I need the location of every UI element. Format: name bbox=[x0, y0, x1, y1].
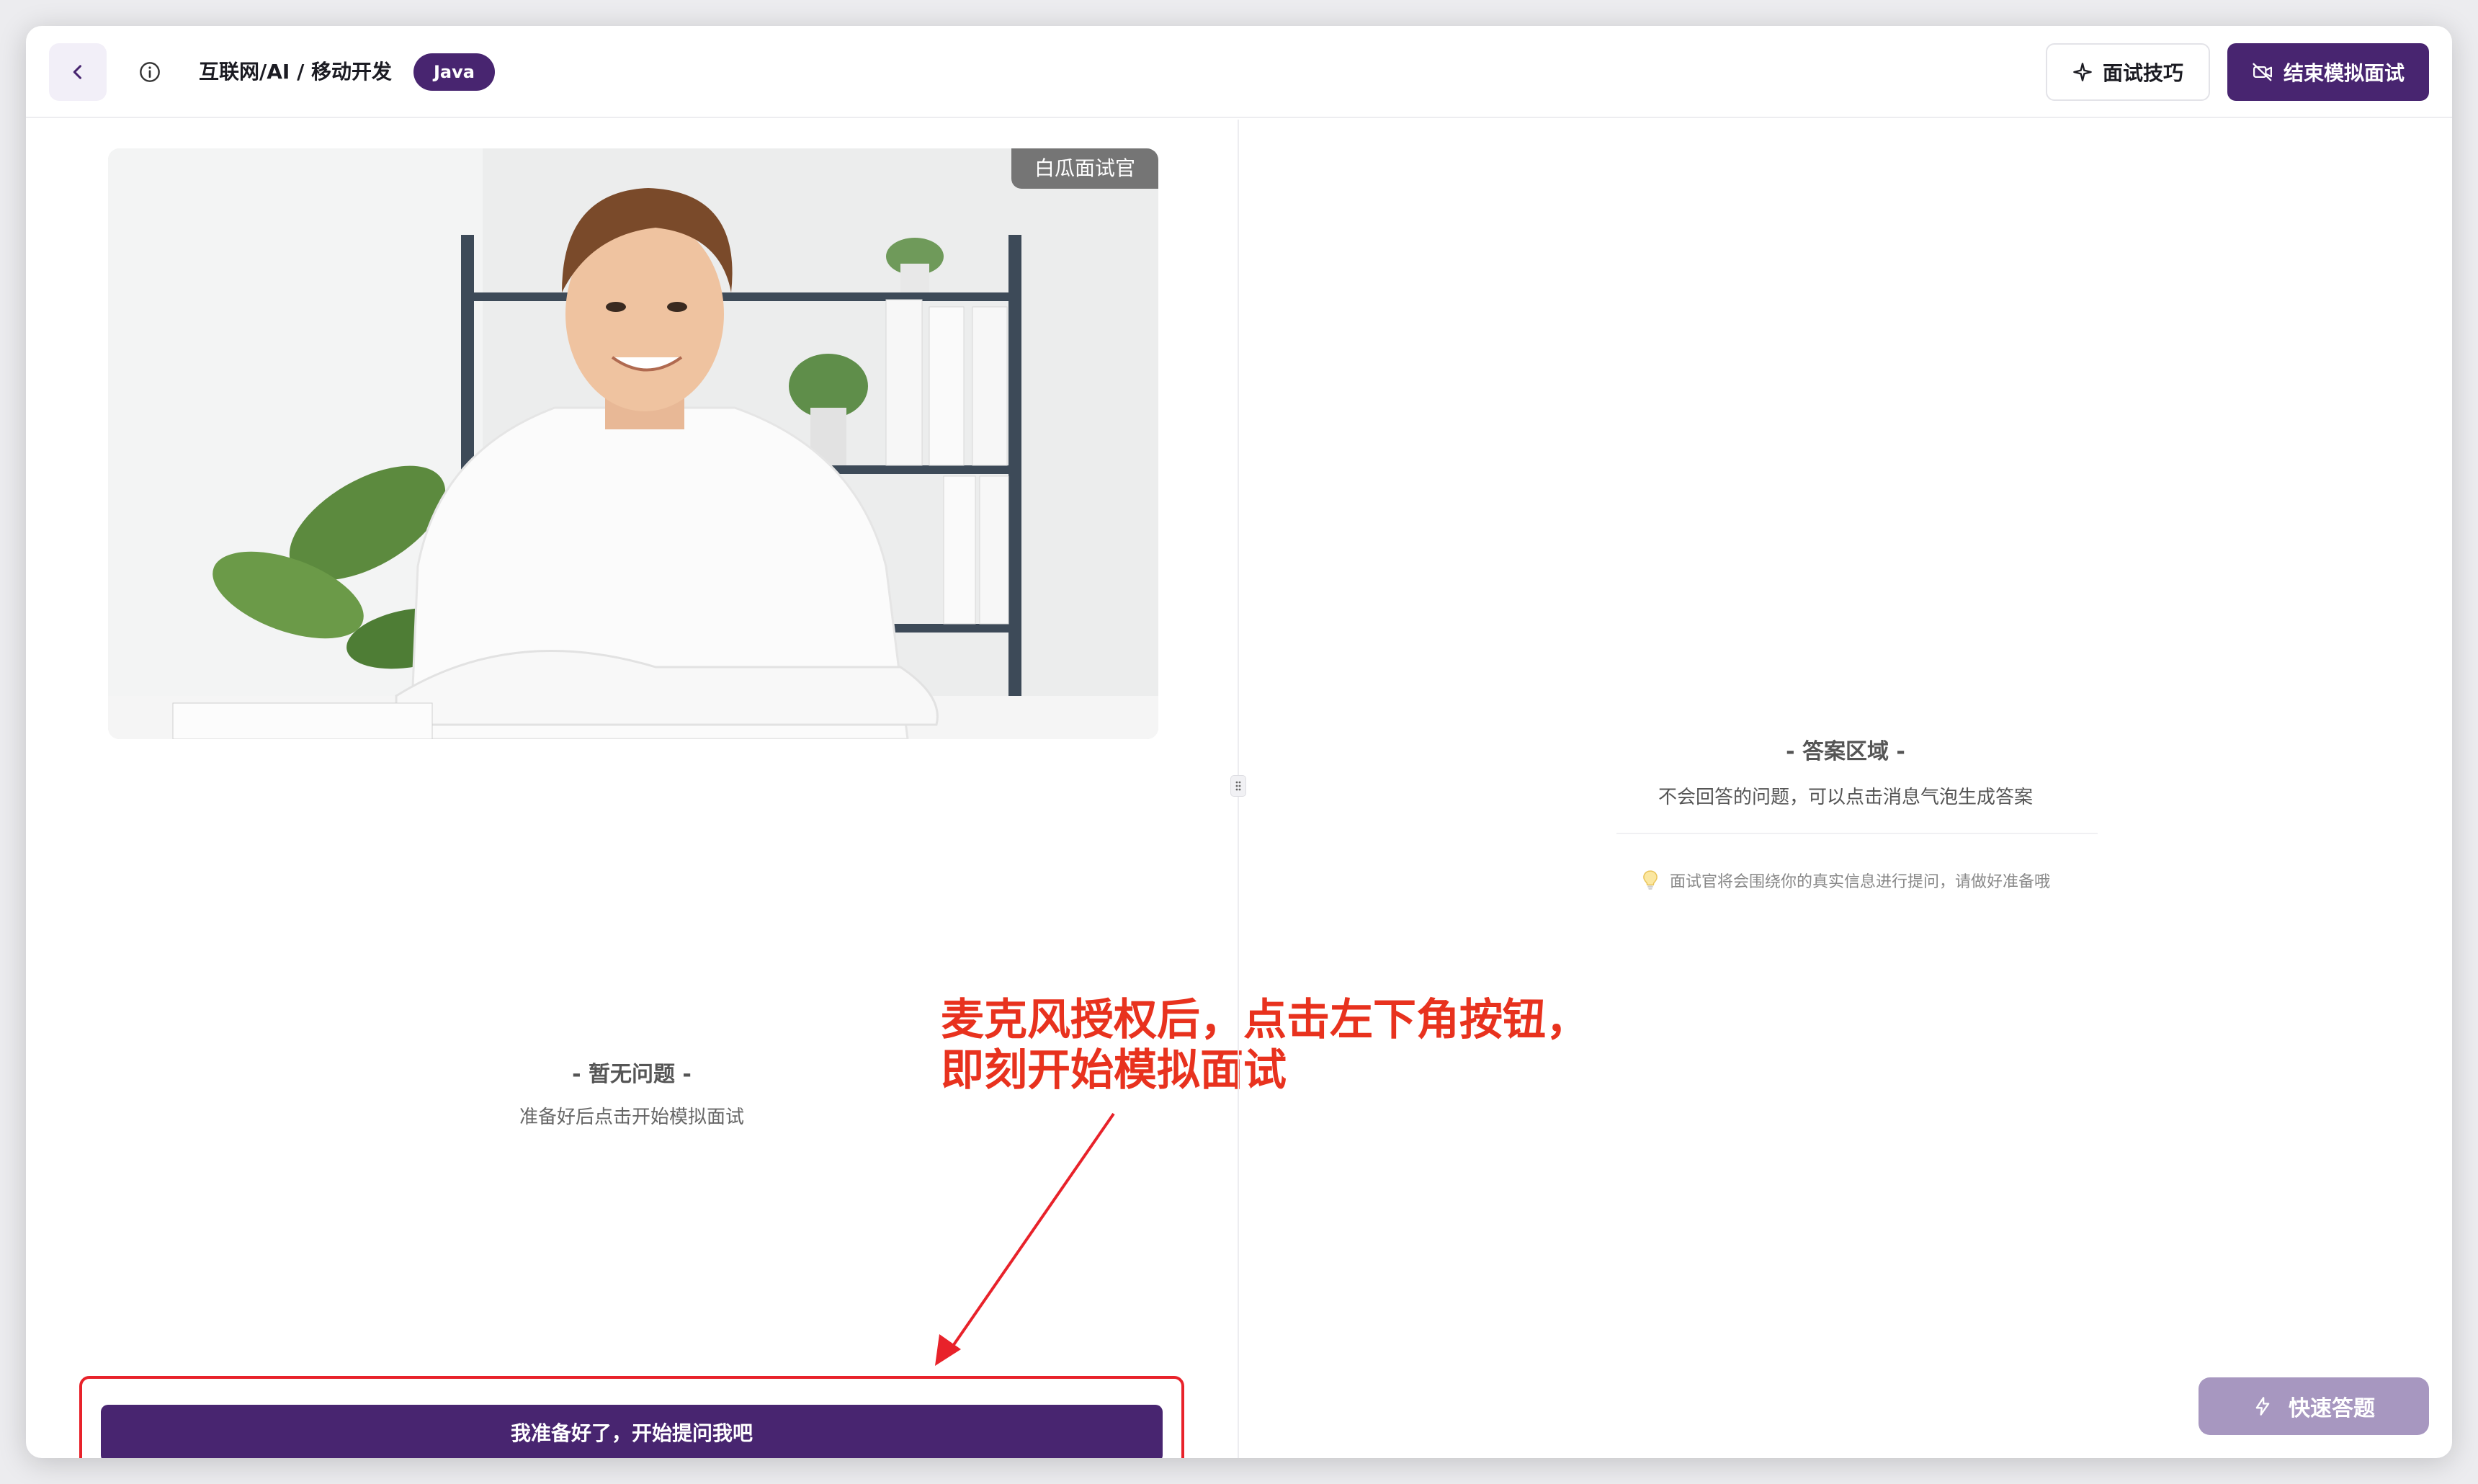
back-button[interactable] bbox=[49, 43, 107, 101]
interview-tips-button[interactable]: 面试技巧 bbox=[2046, 43, 2210, 101]
interview-tips-label: 面试技巧 bbox=[2102, 61, 2183, 85]
answer-area-title: - 答案区域 - bbox=[1786, 739, 1905, 764]
end-interview-button[interactable]: 结束模拟面试 bbox=[2227, 43, 2429, 101]
end-interview-label: 结束模拟面试 bbox=[2283, 61, 2405, 85]
language-tag: Java bbox=[413, 53, 495, 91]
top-bar: 互联网/AI / 移动开发 Java 面试技巧 结束模拟面试 bbox=[26, 26, 2452, 118]
quick-answer-label: 快速答题 bbox=[2289, 1396, 2375, 1421]
annotation-arrow bbox=[935, 1112, 1115, 1366]
chevron-left-icon bbox=[73, 65, 82, 79]
info-icon bbox=[140, 62, 160, 82]
answer-area-separator bbox=[1616, 833, 2098, 834]
answer-area-hint-text: 面试官将会围绕你的真实信息进行提问，请做好准备哦 bbox=[1669, 873, 2050, 891]
sparkle-icon bbox=[2073, 63, 2092, 81]
answer-area-subtitle: 不会回答的问题，可以点击消息气泡生成答案 bbox=[1658, 787, 2033, 808]
lightbulb-icon bbox=[1643, 870, 1658, 890]
answer-area-hint: 面试官将会围绕你的真实信息进行提问，请做好准备哦 bbox=[1239, 869, 2452, 892]
video-off-icon bbox=[2253, 63, 2272, 81]
lightning-icon bbox=[2255, 1397, 2270, 1416]
app-window: 互联网/AI / 移动开发 Java 面试技巧 结束模拟面试 白瓜面试官 - 暂… bbox=[26, 26, 2452, 1458]
quick-answer-button[interactable]: 快速答题 bbox=[2199, 1377, 2429, 1435]
question-panel: 白瓜面试官 - 暂无问题 - 准备好后点击开始模拟面试 我准备好了，开始提问我吧… bbox=[26, 120, 1632, 1458]
breadcrumb: 互联网/AI / 移动开发 bbox=[199, 60, 393, 84]
info-button[interactable] bbox=[133, 55, 167, 89]
answer-panel: - 答案区域 - 不会回答的问题，可以点击消息气泡生成答案 面试官将会围绕你的真… bbox=[1239, 120, 2452, 1458]
